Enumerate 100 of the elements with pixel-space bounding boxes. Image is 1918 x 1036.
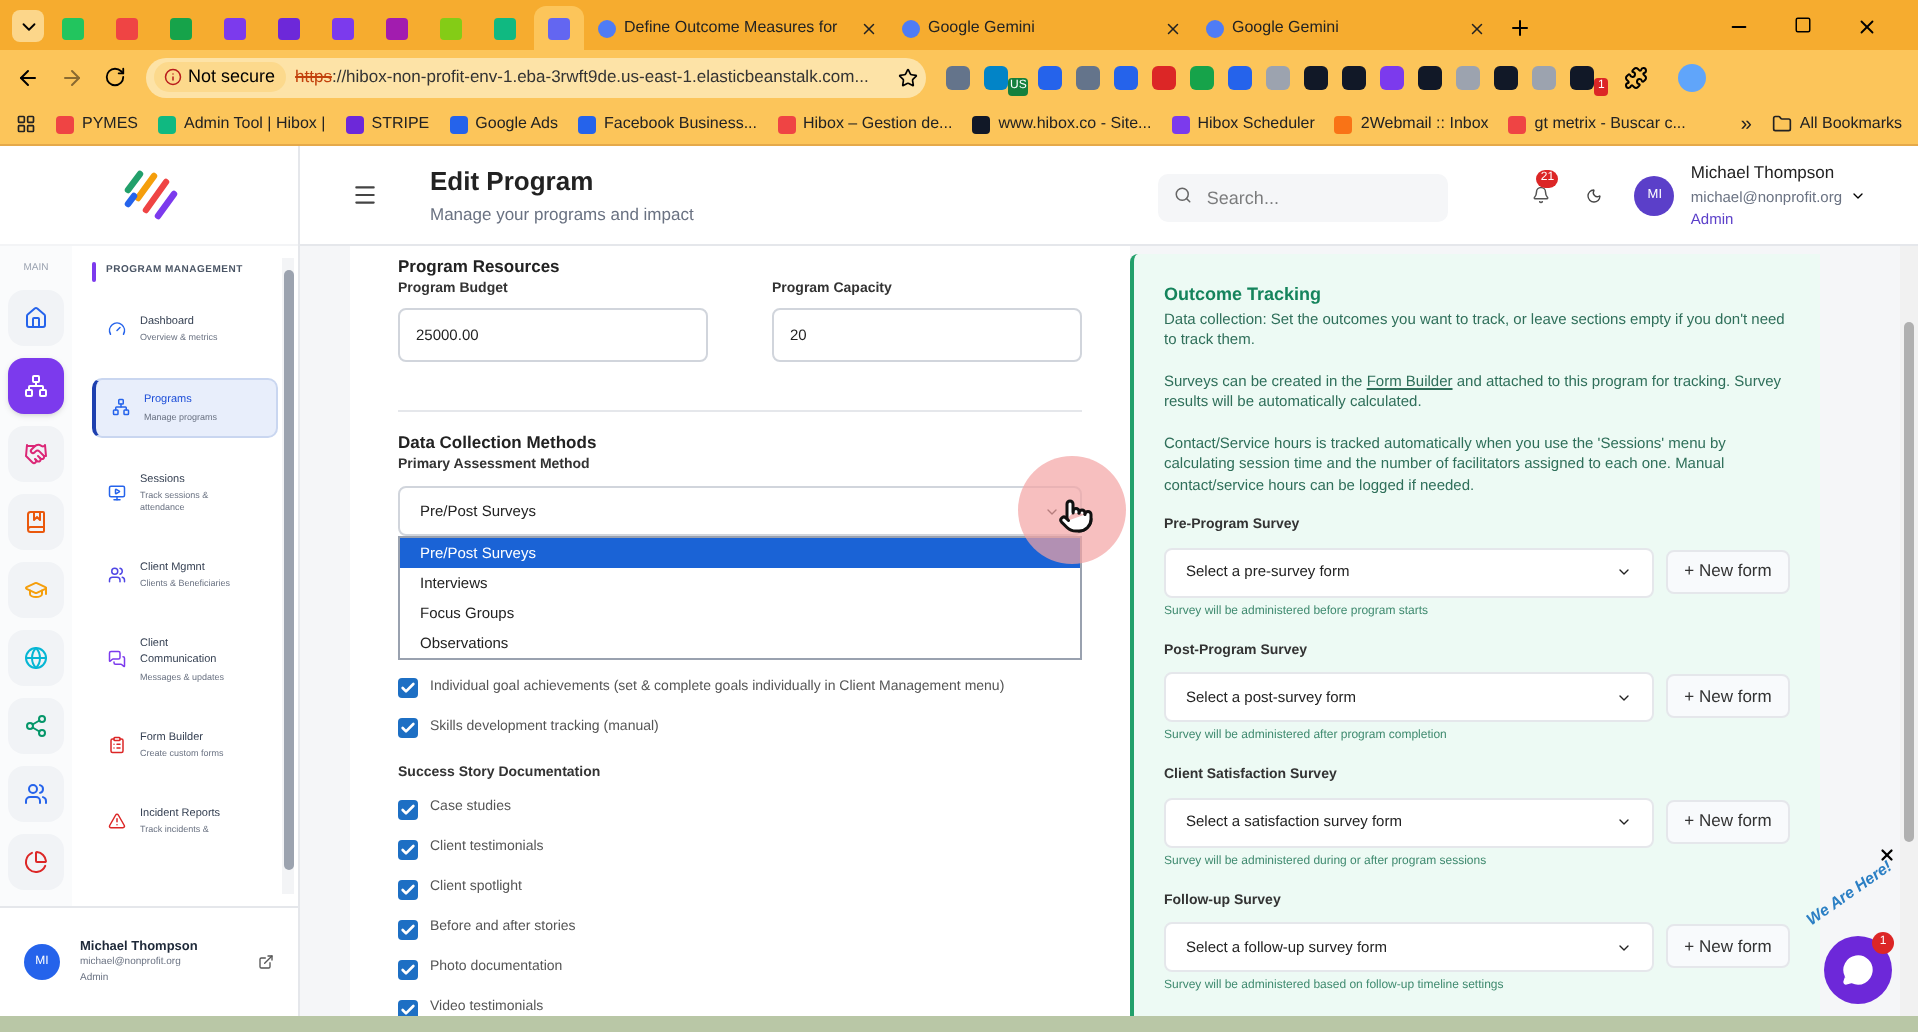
extension-icon[interactable]	[1570, 65, 1594, 89]
user-name: Michael Thompson	[1690, 159, 1837, 186]
forward-icon[interactable]	[60, 65, 84, 89]
menu-icon	[112, 398, 130, 417]
logo-icon	[119, 169, 179, 221]
chevron-icon	[1616, 564, 1632, 580]
security-chip[interactable]: Not secure	[154, 62, 286, 92]
scrollbar[interactable]	[1900, 246, 1918, 1016]
new-form-button[interactable]: + New form	[1666, 799, 1790, 843]
favicon-icon	[332, 17, 354, 39]
check-icon	[400, 680, 416, 696]
maximize-icon[interactable]	[1794, 16, 1812, 34]
apps-icon[interactable]	[16, 114, 36, 134]
check-icon	[400, 841, 416, 857]
close-icon[interactable]	[1856, 16, 1878, 38]
bookmark[interactable]: 2Webmail :: Inbox	[1334, 112, 1489, 136]
bookmark-star-icon[interactable]	[898, 67, 918, 87]
extensions-icon[interactable]	[1624, 65, 1648, 89]
browser-tab[interactable]: Google Gemini	[1196, 6, 1496, 50]
bookmark[interactable]: STRIPE	[345, 112, 430, 136]
rail-icon	[24, 441, 48, 465]
extension-icon[interactable]	[1342, 65, 1366, 89]
folder-icon	[1771, 114, 1792, 134]
favicon-icon	[386, 17, 408, 39]
checkbox[interactable]	[398, 718, 418, 738]
bookmark[interactable]: gt metrix - Buscar c...	[1508, 112, 1686, 136]
extension-icon[interactable]	[1418, 65, 1442, 89]
favicon-icon	[1206, 19, 1224, 37]
tab-search-button[interactable]	[12, 10, 44, 42]
rail-icon	[24, 713, 48, 737]
address-field[interactable]: Not secure https://hibox-non-profit-env-1.eba-3rwft9de.us-east-1.elasticbeanstalk.com...	[146, 57, 926, 97]
all-bookmarks-button[interactable]: All Bookmarks	[1799, 112, 1902, 136]
rail-icon	[24, 849, 48, 873]
bookmark[interactable]: Hibox Scheduler	[1171, 112, 1315, 136]
favicon-icon	[494, 17, 516, 39]
checkbox[interactable]	[398, 799, 418, 819]
pinned-tab[interactable]	[534, 6, 584, 50]
favicon-icon	[548, 17, 570, 39]
notification-icon[interactable]	[1532, 186, 1551, 204]
menu-icon[interactable]	[352, 182, 378, 208]
checkbox[interactable]	[398, 919, 418, 939]
bookmark[interactable]: Hibox – Gestion de...	[777, 112, 953, 136]
rail-button[interactable]	[8, 697, 64, 753]
close-icon[interactable]	[860, 19, 878, 37]
extension-icon[interactable]	[1494, 65, 1518, 89]
checkbox[interactable]	[398, 879, 418, 899]
url-text: https://hibox-non-profit-env-1.eba-3rwft9de.us-east-1.elasticbeanstalk.com...	[295, 64, 869, 90]
page-subtitle: Manage your programs and impact	[430, 201, 694, 228]
bookmark[interactable]: Google Ads	[449, 112, 559, 136]
favicon-icon	[170, 17, 192, 39]
new-form-button[interactable]: + New form	[1666, 674, 1790, 718]
close-icon[interactable]	[1468, 19, 1486, 37]
search-field[interactable]: Search...	[1158, 173, 1449, 221]
page-title: Edit Program	[430, 164, 596, 201]
reload-icon[interactable]	[104, 66, 126, 88]
favicon-icon	[224, 17, 246, 39]
back-icon[interactable]	[16, 65, 40, 89]
close-icon[interactable]	[1878, 846, 1896, 864]
check-icon	[400, 801, 416, 817]
browser-tab[interactable]: Define Outcome Measures for	[588, 6, 888, 50]
favicon-icon	[902, 19, 920, 37]
rail-button[interactable]	[8, 765, 64, 821]
checkbox[interactable]	[398, 839, 418, 859]
section-title: Program Resources	[398, 254, 562, 280]
dark-mode-icon[interactable]	[1586, 187, 1603, 203]
rail-icon	[24, 373, 48, 397]
checkbox[interactable]	[398, 959, 418, 979]
checkbox[interactable]	[398, 999, 418, 1016]
favicon-icon	[116, 17, 138, 39]
check-icon	[400, 921, 416, 937]
checkbox[interactable]	[398, 678, 418, 698]
logout-icon[interactable]	[258, 954, 274, 970]
extension-icon[interactable]	[1304, 65, 1328, 89]
close-icon[interactable]	[1164, 19, 1182, 37]
more-bookmarks-button[interactable]: »	[1740, 109, 1752, 139]
bookmark[interactable]: Facebook Business...	[578, 112, 757, 136]
favicon-icon	[278, 17, 300, 39]
warning-icon	[164, 68, 182, 86]
browser-tab[interactable]: Google Gemini	[892, 6, 1192, 50]
rail-icon	[24, 509, 48, 533]
bookmark[interactable]: Admin Tool | Hibox |	[158, 112, 326, 136]
rail-button[interactable]	[8, 833, 64, 889]
menu-icon	[108, 565, 126, 584]
rail-icon	[24, 305, 48, 329]
bookmark[interactable]: PYMES	[56, 112, 139, 136]
rail-button[interactable]	[8, 493, 64, 549]
scrollbar[interactable]	[282, 258, 294, 894]
bookmark[interactable]: www.hibox.co - Site...	[972, 112, 1152, 136]
rail-icon	[24, 645, 48, 669]
panel-title: Outcome Tracking	[1164, 282, 1324, 308]
new-tab-icon[interactable]	[1508, 16, 1532, 40]
new-form-button[interactable]: + New form	[1666, 549, 1790, 593]
menu-icon	[108, 483, 126, 502]
rail-button[interactable]	[8, 357, 64, 413]
menu-icon	[108, 320, 126, 339]
search-icon	[1174, 185, 1193, 203]
rail-icon	[24, 577, 48, 601]
rail-button[interactable]	[8, 289, 64, 345]
new-form-button[interactable]: + New form	[1666, 924, 1790, 968]
rail-button[interactable]	[8, 425, 64, 481]
